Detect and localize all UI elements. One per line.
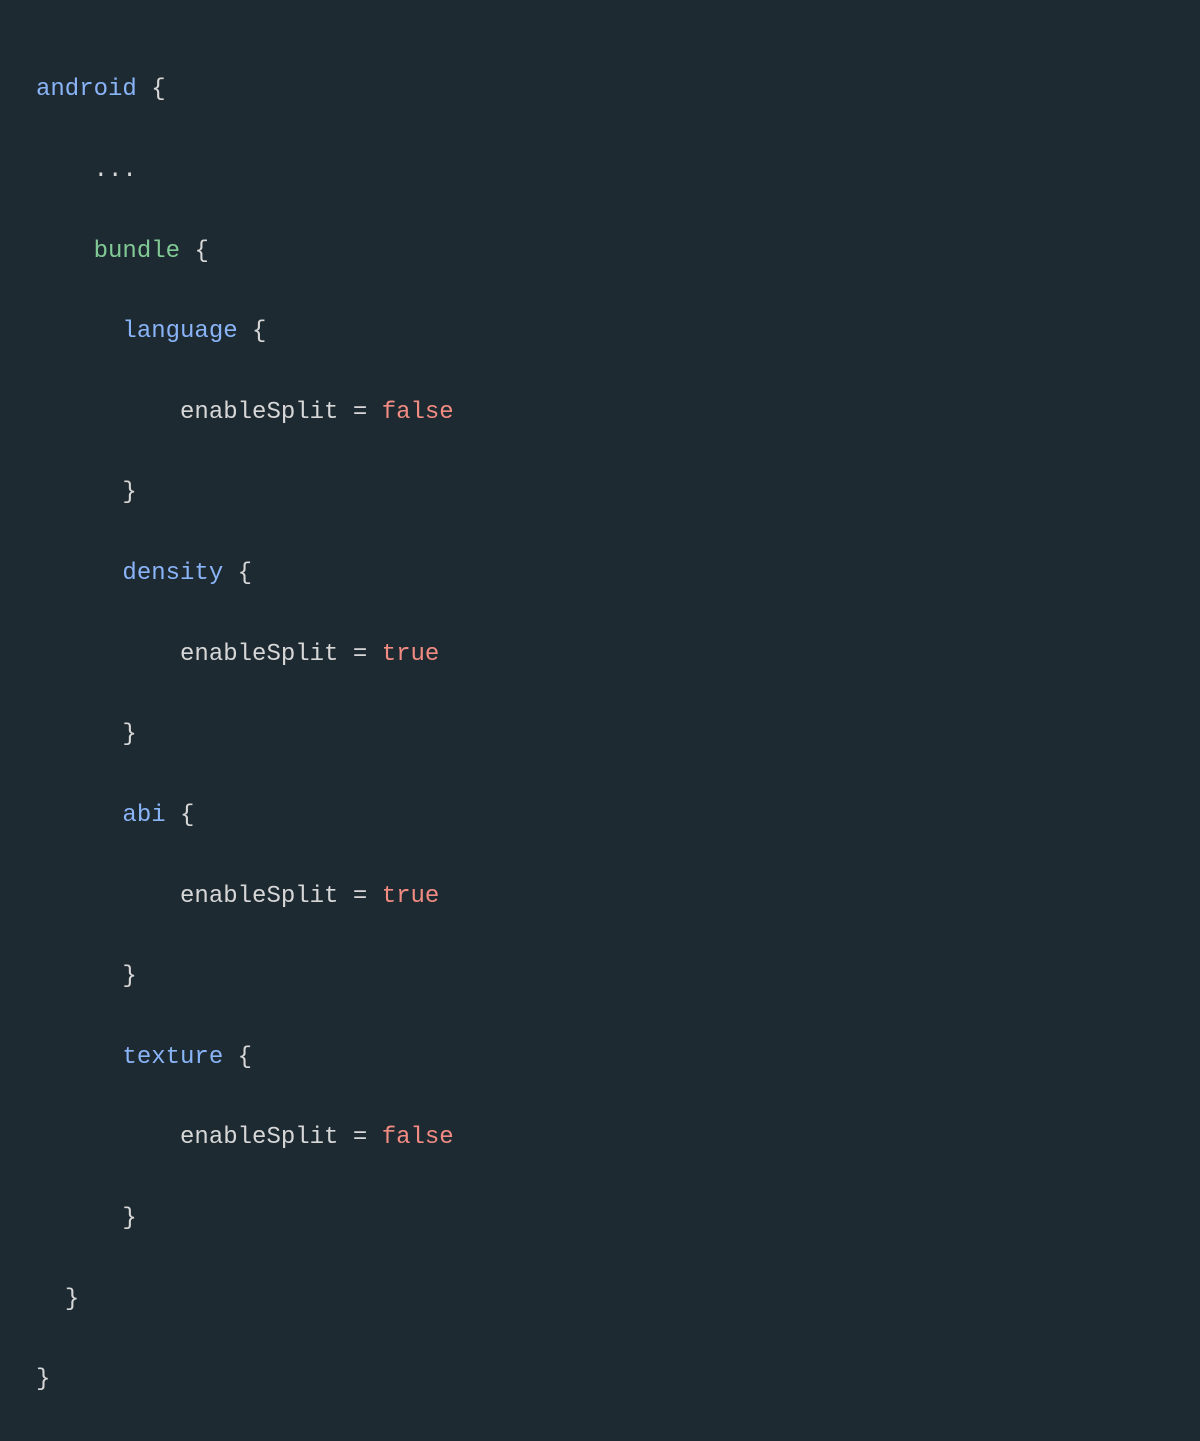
value-true: true — [382, 883, 440, 910]
prop-enablesplit: enableSplit — [180, 399, 338, 426]
brace-open: { — [238, 560, 252, 587]
prop-enablesplit: enableSplit — [180, 883, 338, 910]
code-line: language { — [36, 312, 1164, 352]
equals: = — [338, 883, 381, 910]
brace-close: } — [122, 721, 136, 748]
code-line: enableSplit = true — [36, 635, 1164, 675]
brace-open — [137, 76, 151, 103]
section-abi: abi — [122, 802, 165, 829]
prop-enablesplit: enableSplit — [180, 641, 338, 668]
prop-enablesplit: enableSplit — [180, 1124, 338, 1151]
code-line: enableSplit = true — [36, 877, 1164, 917]
section-texture: texture — [122, 1044, 223, 1071]
code-line: } — [36, 1199, 1164, 1239]
code-line: abi { — [36, 796, 1164, 836]
brace-open: { — [238, 1044, 252, 1071]
code-line: } — [36, 473, 1164, 513]
brace-close: } — [122, 479, 136, 506]
section-density: density — [122, 560, 223, 587]
brace-open: { — [194, 238, 208, 265]
code-line: } — [36, 1280, 1164, 1320]
ellipsis: ... — [94, 157, 137, 184]
equals: = — [338, 399, 381, 426]
brace-close: } — [65, 1286, 79, 1313]
brace-open: { — [180, 802, 194, 829]
value-false: false — [382, 399, 454, 426]
keyword-bundle: bundle — [94, 238, 180, 265]
brace-close: } — [36, 1366, 50, 1393]
value-false: false — [382, 1124, 454, 1151]
code-line: } — [36, 715, 1164, 755]
equals: = — [338, 641, 381, 668]
keyword-android: android — [36, 76, 137, 103]
code-line: bundle { — [36, 232, 1164, 272]
code-line: } — [36, 1360, 1164, 1400]
brace-close: } — [122, 963, 136, 990]
value-true: true — [382, 641, 440, 668]
code-line: android { — [36, 70, 1164, 110]
brace-close: } — [122, 1205, 136, 1232]
brace-open: { — [252, 318, 266, 345]
code-line: enableSplit = false — [36, 1118, 1164, 1158]
code-block: android { ... bundle { language { enable… — [36, 30, 1164, 1441]
code-line: enableSplit = false — [36, 393, 1164, 433]
code-line: ... — [36, 151, 1164, 191]
code-line: density { — [36, 554, 1164, 594]
code-line: texture { — [36, 1038, 1164, 1078]
section-language: language — [122, 318, 237, 345]
brace-open: { — [151, 76, 165, 103]
equals: = — [338, 1124, 381, 1151]
code-line: } — [36, 957, 1164, 997]
